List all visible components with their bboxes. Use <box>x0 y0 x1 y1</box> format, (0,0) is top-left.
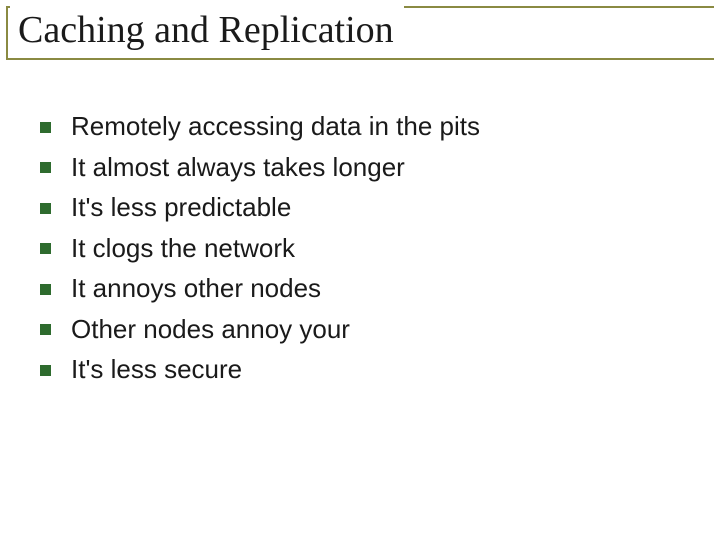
list-item: Other nodes annoy your <box>40 313 680 346</box>
list-item: It's less secure <box>40 353 680 386</box>
square-bullet-icon <box>40 162 51 173</box>
list-item-text: It annoys other nodes <box>71 272 321 305</box>
list-item-text: It clogs the network <box>71 232 295 265</box>
slide: Caching and Replication Remotely accessi… <box>0 0 720 540</box>
list-item: It's less predictable <box>40 191 680 224</box>
square-bullet-icon <box>40 122 51 133</box>
square-bullet-icon <box>40 365 51 376</box>
title-rule-top <box>6 6 714 8</box>
list-item: It almost always takes longer <box>40 151 680 184</box>
slide-title: Caching and Replication <box>10 4 404 58</box>
list-item: It clogs the network <box>40 232 680 265</box>
list-item-text: Other nodes annoy your <box>71 313 350 346</box>
list-item: Remotely accessing data in the pits <box>40 110 680 143</box>
square-bullet-icon <box>40 284 51 295</box>
square-bullet-icon <box>40 324 51 335</box>
list-item-text: Remotely accessing data in the pits <box>71 110 480 143</box>
title-block: Caching and Replication <box>6 6 714 60</box>
square-bullet-icon <box>40 203 51 214</box>
bullet-list: Remotely accessing data in the pits It a… <box>40 110 680 386</box>
list-item-text: It's less predictable <box>71 191 291 224</box>
list-item-text: It almost always takes longer <box>71 151 405 184</box>
list-item: It annoys other nodes <box>40 272 680 305</box>
title-rule-left <box>6 6 8 60</box>
slide-body: Remotely accessing data in the pits It a… <box>40 110 680 394</box>
list-item-text: It's less secure <box>71 353 242 386</box>
square-bullet-icon <box>40 243 51 254</box>
title-rule-bottom <box>6 58 714 60</box>
